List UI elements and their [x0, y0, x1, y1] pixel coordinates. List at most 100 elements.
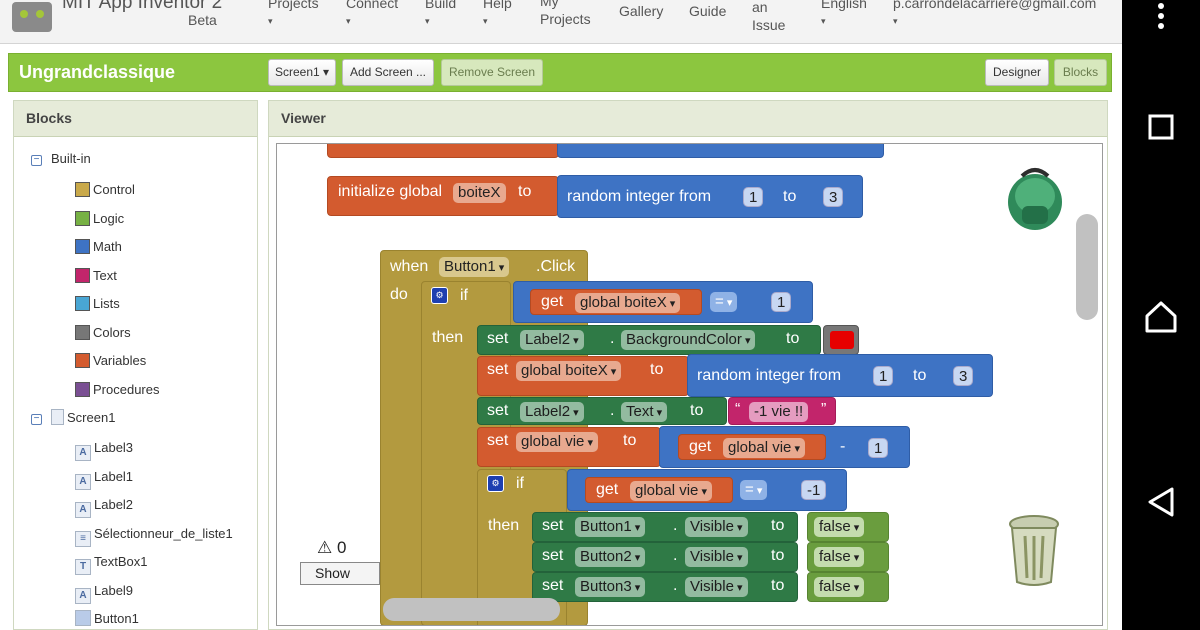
- collapse-icon[interactable]: −: [31, 414, 42, 425]
- app-inventor-logo-icon[interactable]: [8, 0, 56, 34]
- drawer-control[interactable]: Control: [75, 180, 135, 200]
- drawer-math[interactable]: Math: [75, 237, 122, 257]
- tree-builtin[interactable]: − Built-in: [31, 149, 91, 169]
- set-vie-block[interactable]: set global vie to: [477, 427, 661, 467]
- false-block-1[interactable]: false: [807, 512, 889, 542]
- property-dropdown[interactable]: BackgroundColor: [621, 330, 756, 350]
- operator-dropdown[interactable]: =: [740, 480, 768, 500]
- vertical-scrollbar[interactable]: [1076, 214, 1098, 320]
- drawer-colors[interactable]: Colors: [75, 323, 131, 343]
- drawer-procedures[interactable]: Procedures: [75, 380, 159, 400]
- component-textbox1[interactable]: T TextBox1: [75, 552, 147, 575]
- random-integer-block-2[interactable]: random integer from 1 to 3: [687, 354, 993, 397]
- drawer-variables[interactable]: Variables: [75, 351, 146, 371]
- menu-report-issue[interactable]: an Issue: [752, 0, 785, 34]
- logic-dropdown[interactable]: false: [814, 517, 865, 537]
- number-field[interactable]: 3: [953, 366, 974, 386]
- set-button1-visible-block[interactable]: set Button1 . Visible to: [532, 512, 798, 542]
- screen-select[interactable]: Screen1 ▾: [268, 59, 336, 86]
- text-field[interactable]: -1 vie !!: [749, 402, 809, 422]
- number-field[interactable]: 1: [868, 438, 889, 458]
- random-integer-block[interactable]: random integer from 1 to 3: [557, 175, 863, 218]
- get-vie-block[interactable]: get global vie: [678, 434, 826, 460]
- tree-screen1[interactable]: − Screen1: [31, 408, 115, 428]
- blocks-button[interactable]: Blocks: [1054, 59, 1107, 86]
- menu-help[interactable]: Help ▾: [483, 0, 512, 30]
- drawer-logic[interactable]: Logic: [75, 209, 124, 229]
- home-icon[interactable]: [1144, 300, 1178, 334]
- component-dropdown[interactable]: Button1: [575, 517, 646, 537]
- property-dropdown[interactable]: Text: [621, 402, 668, 422]
- gear-icon[interactable]: ⚙: [487, 475, 504, 492]
- get-vie-block-2[interactable]: get global vie: [585, 477, 733, 503]
- component-dropdown[interactable]: Label2: [520, 330, 584, 350]
- component-label3[interactable]: A Label3: [75, 438, 133, 461]
- show-warnings-button[interactable]: Show Warnings: [300, 562, 380, 585]
- text-string-block[interactable]: “ -1 vie !! ”: [728, 397, 836, 425]
- menu-projects[interactable]: Projects ▾: [268, 0, 319, 30]
- var-dropdown[interactable]: global vie: [516, 432, 598, 452]
- operator-dropdown[interactable]: =: [710, 292, 738, 312]
- component-label9[interactable]: A Label9: [75, 581, 133, 604]
- backpack-icon[interactable]: [1004, 166, 1066, 232]
- add-screen-button[interactable]: Add Screen ...: [342, 59, 434, 86]
- gear-icon[interactable]: ⚙: [431, 287, 448, 304]
- logic-dropdown[interactable]: false: [814, 577, 865, 597]
- var-dropdown[interactable]: global boiteX: [516, 361, 622, 381]
- number-field[interactable]: 1: [771, 292, 792, 312]
- menu-language[interactable]: English ▾: [821, 0, 867, 30]
- var-dropdown[interactable]: global vie: [630, 481, 712, 501]
- horizontal-scrollbar[interactable]: [383, 598, 560, 621]
- get-boitex-block[interactable]: get global boiteX: [530, 289, 702, 315]
- initialize-global-block[interactable]: initialize global boiteX to: [327, 176, 559, 216]
- var-dropdown[interactable]: global vie: [723, 438, 805, 458]
- component-dropdown[interactable]: Button1: [439, 257, 510, 277]
- component-dropdown[interactable]: Label2: [520, 402, 584, 422]
- menu-account[interactable]: p.carrondelacarriere@gmail.com ▾: [893, 0, 1096, 30]
- var-name-field[interactable]: boiteX: [453, 183, 506, 203]
- component-dropdown[interactable]: Button2: [575, 547, 646, 567]
- color-block[interactable]: [823, 325, 859, 355]
- component-button1[interactable]: Button1: [75, 609, 139, 629]
- trash-icon[interactable]: [1003, 512, 1065, 588]
- drawer-lists[interactable]: Lists: [75, 294, 120, 314]
- set-button2-visible-block[interactable]: set Button2 . Visible to: [532, 542, 798, 572]
- recent-apps-icon[interactable]: [1148, 114, 1174, 140]
- menu-build[interactable]: Build ▾: [425, 0, 456, 30]
- menu-connect[interactable]: Connect ▾: [346, 0, 398, 30]
- property-dropdown[interactable]: Visible: [685, 517, 748, 537]
- component-list-picker[interactable]: ≡ Sélectionneur_de_liste1: [75, 524, 233, 547]
- overflow-menu-icon[interactable]: [1154, 2, 1168, 30]
- set-button3-visible-block[interactable]: set Button3 . Visible to: [532, 572, 798, 602]
- block-keyword: random integer from: [567, 188, 712, 205]
- collapse-icon[interactable]: −: [31, 155, 42, 166]
- drawer-text[interactable]: Text: [75, 266, 117, 286]
- component-label2[interactable]: A Label2: [75, 495, 133, 518]
- back-icon[interactable]: [1146, 486, 1176, 518]
- component-label1[interactable]: A Label1: [75, 467, 133, 490]
- partial-block-top-math[interactable]: [557, 144, 884, 158]
- logic-dropdown[interactable]: false: [814, 547, 865, 567]
- drawer-label: Math: [93, 239, 122, 254]
- number-field[interactable]: 1: [873, 366, 894, 386]
- var-dropdown[interactable]: global boiteX: [575, 293, 681, 313]
- menu-my-projects[interactable]: My Projects: [540, 0, 591, 28]
- property-dropdown[interactable]: Visible: [685, 547, 748, 567]
- designer-button[interactable]: Designer: [985, 59, 1049, 86]
- number-field[interactable]: -1: [801, 480, 827, 500]
- red-color-swatch[interactable]: [830, 331, 854, 349]
- menu-gallery[interactable]: Gallery: [619, 2, 663, 20]
- partial-block-top[interactable]: [327, 144, 559, 158]
- component-dropdown[interactable]: Button3: [575, 577, 646, 597]
- set-label2-text-block[interactable]: set Label2 . Text to: [477, 397, 727, 425]
- property-dropdown[interactable]: Visible: [685, 577, 748, 597]
- remove-screen-button[interactable]: Remove Screen: [441, 59, 543, 86]
- false-block-2[interactable]: false: [807, 542, 889, 572]
- set-label2-bgcolor-block[interactable]: set Label2 . BackgroundColor to: [477, 325, 821, 355]
- false-block-3[interactable]: false: [807, 572, 889, 602]
- menu-guide[interactable]: Guide: [689, 2, 726, 20]
- number-field[interactable]: 1: [743, 187, 764, 207]
- set-boitex-block[interactable]: set global boiteX to: [477, 356, 689, 396]
- blocks-workspace[interactable]: initialize global boiteX to random integ…: [276, 143, 1103, 626]
- number-field[interactable]: 3: [823, 187, 844, 207]
